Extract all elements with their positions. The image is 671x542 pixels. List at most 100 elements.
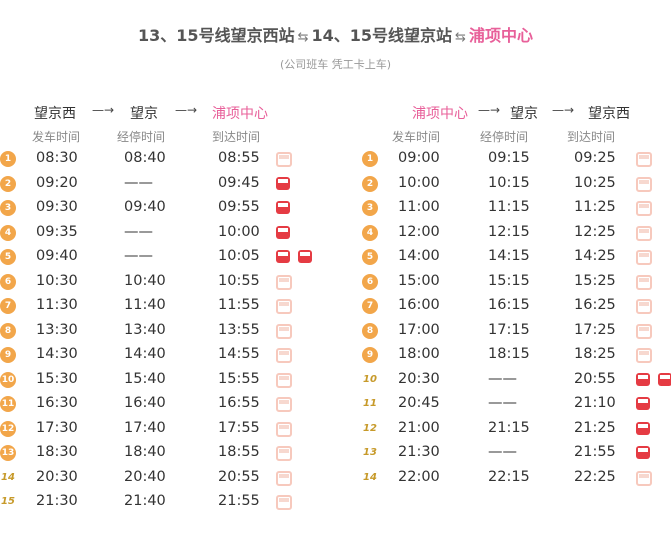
arrive-time: 10:00 — [218, 223, 260, 240]
arrive-time: 21:10 — [574, 395, 616, 411]
page-title: 13、15号线望京西站 ⇆ 14、15号线望京站 ⇆ 浦项中心 — [0, 22, 671, 46]
depart-time: 09:30 — [36, 199, 78, 215]
title-station-puxiang: 浦项中心 — [468, 26, 533, 45]
row-number-badge: 12 — [0, 420, 16, 437]
schedule-outbound: 望京西 —→ 望京 —→ 浦项中心 发车时间 经停时间 到达时间 1 08:30 0… — [0, 100, 320, 516]
bus-icon — [636, 225, 652, 241]
table-row: 5 14:00 14:15 14:25 — [356, 246, 671, 271]
route-header: 浦项中心 —→ 望京 —→ 望京西 — [356, 100, 671, 126]
bus-icon — [276, 299, 292, 314]
arrive-time: 18:55 — [218, 444, 260, 460]
table-row: 12 21:00 21:15 21:25 — [356, 418, 671, 443]
bus-icon — [636, 372, 650, 386]
arrive-time: 11:55 — [218, 297, 260, 313]
row-number-badge: 8 — [362, 322, 378, 339]
table-row: 6 10:30 10:40 10:55 — [0, 271, 320, 296]
header-arrive: 到达时间 — [567, 130, 616, 144]
row-number-badge: 7 — [362, 298, 378, 314]
bus-icon — [636, 176, 652, 192]
header-depart: 发车时间 — [32, 130, 81, 144]
table-row: 7 16:00 16:15 16:25 — [356, 295, 671, 320]
arrive-time: 17:25 — [574, 321, 616, 338]
stop-time: —— — [124, 174, 153, 191]
row-number-badge: 13 — [0, 445, 16, 461]
depart-time: 10:30 — [36, 272, 78, 289]
table-row: 4 09:35 —— 10:00 — [0, 222, 320, 247]
stop-time: 14:15 — [488, 248, 530, 264]
table-row: 3 09:30 09:40 09:55 — [0, 197, 320, 222]
stop-time: 10:40 — [124, 272, 166, 289]
moon-number-icon: 10 — [362, 372, 378, 388]
bus-icon — [636, 397, 650, 410]
depart-time: 09:35 — [36, 223, 78, 240]
moon-number-icon: 13 — [362, 445, 378, 461]
right-arrow-icon: —→ — [552, 103, 575, 117]
bus-icon — [276, 446, 292, 461]
arrive-time: 11:25 — [574, 199, 616, 215]
stop-time: 17:15 — [488, 321, 530, 338]
depart-time: 15:30 — [36, 370, 78, 387]
moon-number-icon: 14 — [362, 470, 378, 486]
row-number-badge: 5 — [362, 249, 378, 265]
arrive-time: 09:25 — [574, 150, 616, 166]
bus-icon — [636, 250, 652, 265]
bus-icon — [276, 421, 292, 437]
depart-time: 16:00 — [398, 297, 440, 313]
schedule-rows: 1 09:00 09:15 09:25 2 10:00 10:15 10:25 3 11:00 11… — [356, 148, 671, 491]
table-row: 8 17:00 17:15 17:25 — [356, 320, 671, 345]
arrive-time: 10:25 — [574, 174, 616, 191]
depart-time: 09:20 — [36, 174, 78, 191]
schedule-return: 浦项中心 —→ 望京 —→ 望京西 发车时间 经停时间 到达时间 1 09:00 0… — [356, 100, 671, 491]
row-number-badge: 9 — [362, 347, 378, 363]
arrive-time: 20:55 — [574, 370, 616, 387]
bus-icon — [276, 372, 292, 388]
bus-icon — [298, 250, 312, 263]
stop-time: 15:40 — [124, 370, 166, 387]
table-row: 15 21:30 21:40 21:55 — [0, 491, 320, 516]
depart-time: 20:30 — [36, 468, 78, 485]
row-number-badge: 3 — [362, 200, 378, 216]
depart-time: 15:00 — [398, 272, 440, 289]
swap-arrow-icon: ⇆ — [455, 30, 466, 45]
stop-time: 13:40 — [124, 321, 166, 338]
stop-time: 21:40 — [124, 493, 166, 509]
title-station-wangjingxi: 13、15号线望京西站 — [138, 26, 295, 45]
arrive-time: 17:55 — [218, 419, 260, 436]
arrive-time: 13:55 — [218, 321, 260, 338]
bus-icon — [636, 323, 652, 339]
arrive-time: 09:55 — [218, 199, 260, 215]
bus-icon — [276, 348, 292, 363]
arrive-time: 16:25 — [574, 297, 616, 313]
depart-time: 18:00 — [398, 346, 440, 362]
stop-time: 09:40 — [124, 199, 166, 215]
row-number-badge: 10 — [0, 371, 16, 388]
arrive-time: 09:45 — [218, 174, 260, 191]
depart-time: 21:30 — [36, 493, 78, 509]
depart-time: 22:00 — [398, 468, 440, 485]
stop-time: 12:15 — [488, 223, 530, 240]
arrive-time: 08:55 — [218, 150, 260, 166]
row-number-badge: 3 — [0, 200, 16, 216]
bus-icon — [658, 372, 671, 386]
moon-number-icon: 15 — [0, 494, 16, 510]
depart-time: 11:00 — [398, 199, 440, 215]
header-stop: 经停时间 — [117, 130, 166, 144]
row-number-badge: 4 — [362, 224, 378, 241]
arrive-time: 22:25 — [574, 468, 616, 485]
row-number-badge: 7 — [0, 298, 16, 314]
bus-icon — [276, 495, 292, 510]
stop-time: 18:40 — [124, 444, 166, 460]
table-row: 11 16:30 16:40 16:55 — [0, 393, 320, 418]
table-row: 13 21:30 —— 21:55 — [356, 442, 671, 467]
table-row: 10 20:30 —— 20:55 — [356, 369, 671, 394]
right-arrow-icon: —→ — [175, 103, 198, 117]
row-number-badge: 4 — [0, 224, 16, 241]
stop-time: 11:15 — [488, 199, 530, 215]
table-row: 4 12:00 12:15 12:25 — [356, 222, 671, 247]
column-headers: 发车时间 经停时间 到达时间 — [0, 126, 320, 148]
table-row: 9 14:30 14:40 14:55 — [0, 344, 320, 369]
arrive-time: 10:55 — [218, 272, 260, 289]
stop-time: 14:40 — [124, 346, 166, 362]
depart-time: 20:30 — [398, 370, 440, 387]
arrive-time: 21:25 — [574, 419, 616, 436]
